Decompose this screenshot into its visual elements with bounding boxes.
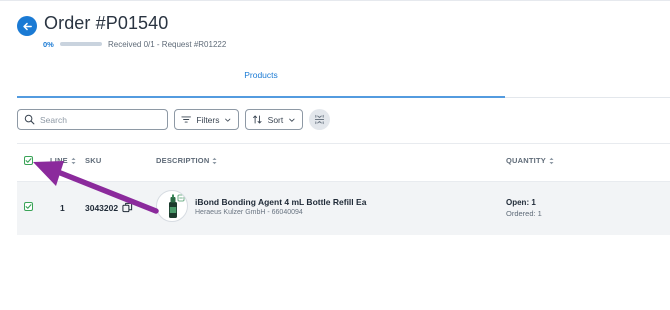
sort-label: Sort [267,114,284,125]
search-icon [24,114,35,125]
copy-icon[interactable] [122,202,133,213]
row-sku: 3043202 [85,203,119,213]
check-icon [25,158,32,163]
expand-collapse-icon [314,114,325,125]
column-header-sku: SKU [85,156,101,165]
tab-divider [505,96,670,98]
page-title: Order #P01540 [44,13,169,33]
column-header-line-label: LINE [50,156,68,165]
arrow-left-icon [22,22,32,30]
annotation-arrow [33,161,159,214]
column-header-line[interactable]: LINE [50,156,76,165]
row-line-number: 1 [60,203,65,213]
filter-lines-icon [181,116,191,123]
select-all-checkbox[interactable] [24,156,33,165]
sort-caret-icon [71,157,76,164]
filters-label: Filters [196,114,220,125]
column-header-quantity[interactable]: QUANTITY [506,156,554,165]
tab-products[interactable]: Products [233,70,289,80]
search-input[interactable] [40,114,160,125]
column-header-description[interactable]: DESCRIPTION [156,156,217,165]
quantity-open: Open: 1 [506,198,536,207]
progress-status-text: Received 0/1 - Request #R01222 [108,39,227,49]
column-header-sku-label: SKU [85,156,102,165]
row-checkbox[interactable] [24,202,33,211]
search-field[interactable] [17,109,168,130]
product-name[interactable]: iBond Bonding Agent 4 mL Bottle Refill E… [195,197,366,207]
back-button[interactable] [17,16,37,36]
sort-caret-icon [549,157,554,164]
chevron-down-icon [225,118,231,122]
column-header-quantity-label: QUANTITY [506,156,546,165]
active-tab-indicator [17,96,505,98]
filters-button[interactable]: Filters [174,109,239,130]
top-divider [0,0,670,1]
column-header-description-label: DESCRIPTION [156,156,210,165]
sort-arrows-icon [253,115,262,124]
expand-collapse-button[interactable] [309,109,330,130]
check-icon [25,204,32,209]
product-manufacturer: Heraeus Kulzer GmbH - 66040094 [195,209,303,216]
quantity-ordered: Ordered: 1 [506,209,542,218]
sort-caret-icon [212,157,217,164]
sort-button[interactable]: Sort [245,109,303,130]
product-thumbnail [156,190,188,222]
progress-bar [60,42,102,46]
progress-percent: 0% [43,40,54,49]
chevron-down-icon [289,118,295,122]
table-top-divider [17,143,670,144]
